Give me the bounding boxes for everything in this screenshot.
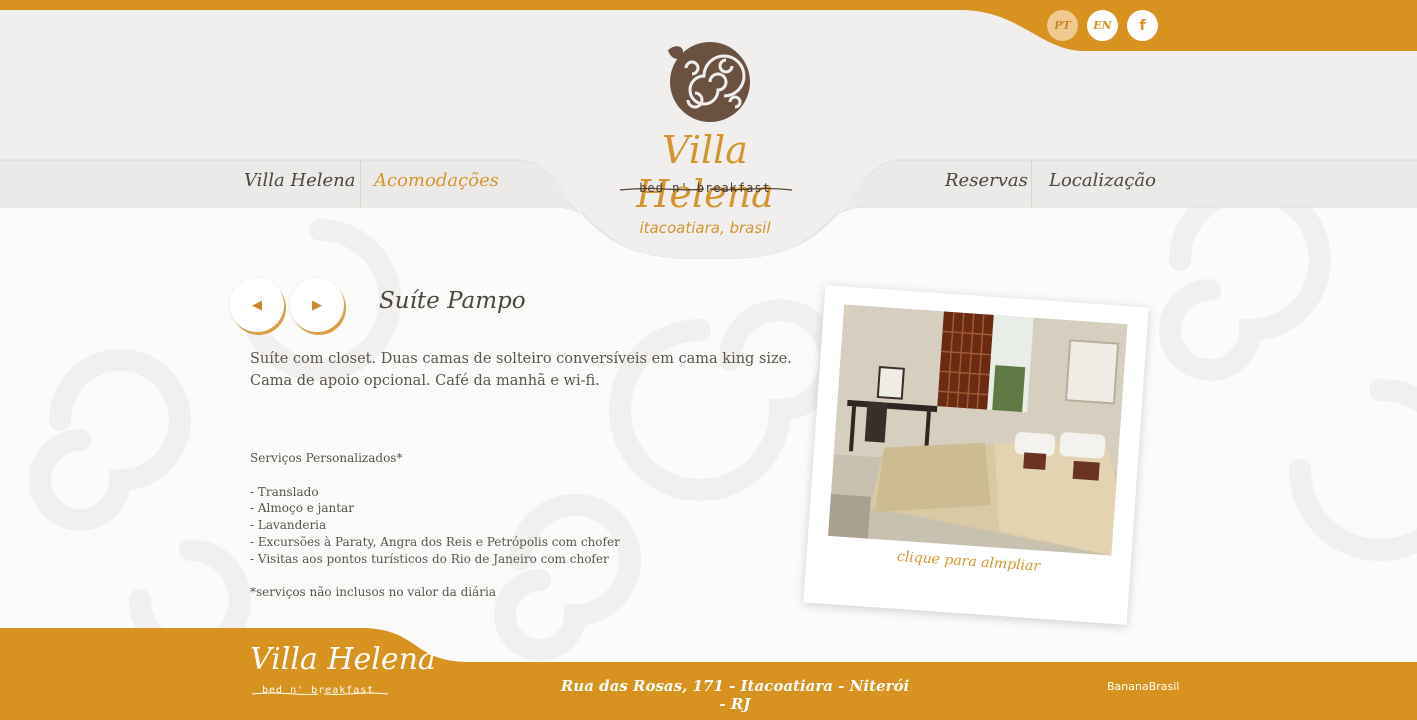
lang-en-button[interactable]: EN [1087, 10, 1118, 41]
room-photo-card[interactable]: clique para almpliar [803, 285, 1149, 625]
facebook-icon[interactable]: f [1127, 10, 1158, 41]
nav-localizacao[interactable]: Localização [1049, 170, 1156, 191]
room-description: Suíte com closet. Duas camas de solteiro… [250, 348, 810, 392]
nav-divider [360, 160, 361, 207]
prev-room-button[interactable]: ◀ [230, 278, 284, 332]
footer-logo[interactable]: Villa Helena [250, 642, 436, 677]
logo-location: itacoatiara, brasil [639, 219, 771, 237]
room-description-line: Suíte com closet. Duas camas de solteiro… [250, 351, 792, 367]
logo-swirl-emblem-icon[interactable] [664, 38, 752, 126]
nav-acomodacoes[interactable]: Acomodações [374, 170, 499, 191]
footer-logo-underline [251, 692, 389, 695]
logo-title[interactable]: Villa Helena [610, 128, 800, 216]
logo-underline [619, 187, 793, 191]
arrow-right-icon: ▶ [312, 297, 322, 313]
service-item: - Visitas aos pontos turísticos do Rio d… [250, 551, 609, 566]
next-room-button[interactable]: ▶ [290, 278, 344, 332]
footer-address: Rua das Rosas, 171 - Itacoatiara - Niter… [560, 677, 910, 713]
room-title: Suíte Pampo [379, 288, 526, 314]
lang-pt-button[interactable]: PT [1047, 10, 1078, 41]
footer-credit-link[interactable]: BananaBrasil [1107, 680, 1179, 693]
nav-reservas[interactable]: Reservas [945, 170, 1028, 191]
room-photo[interactable] [827, 304, 1128, 556]
arrow-left-icon: ◀ [252, 297, 262, 313]
service-item: - Lavanderia [250, 518, 327, 533]
room-description-line: Cama de apoio opcional. Café da manhã e … [250, 373, 600, 389]
services-footnote: *serviços não inclusos no valor da diári… [250, 585, 497, 600]
services-list: Serviços Personalizados* - Translado - A… [250, 450, 730, 601]
nav-villa-helena[interactable]: Villa Helena [244, 170, 356, 191]
nav-divider [1031, 160, 1032, 207]
services-heading: Serviços Personalizados* [250, 451, 403, 465]
service-item: - Excursões à Paraty, Angra dos Reis e P… [250, 534, 620, 549]
service-item: - Translado [250, 484, 319, 499]
service-item: - Almoço e jantar [250, 501, 354, 516]
